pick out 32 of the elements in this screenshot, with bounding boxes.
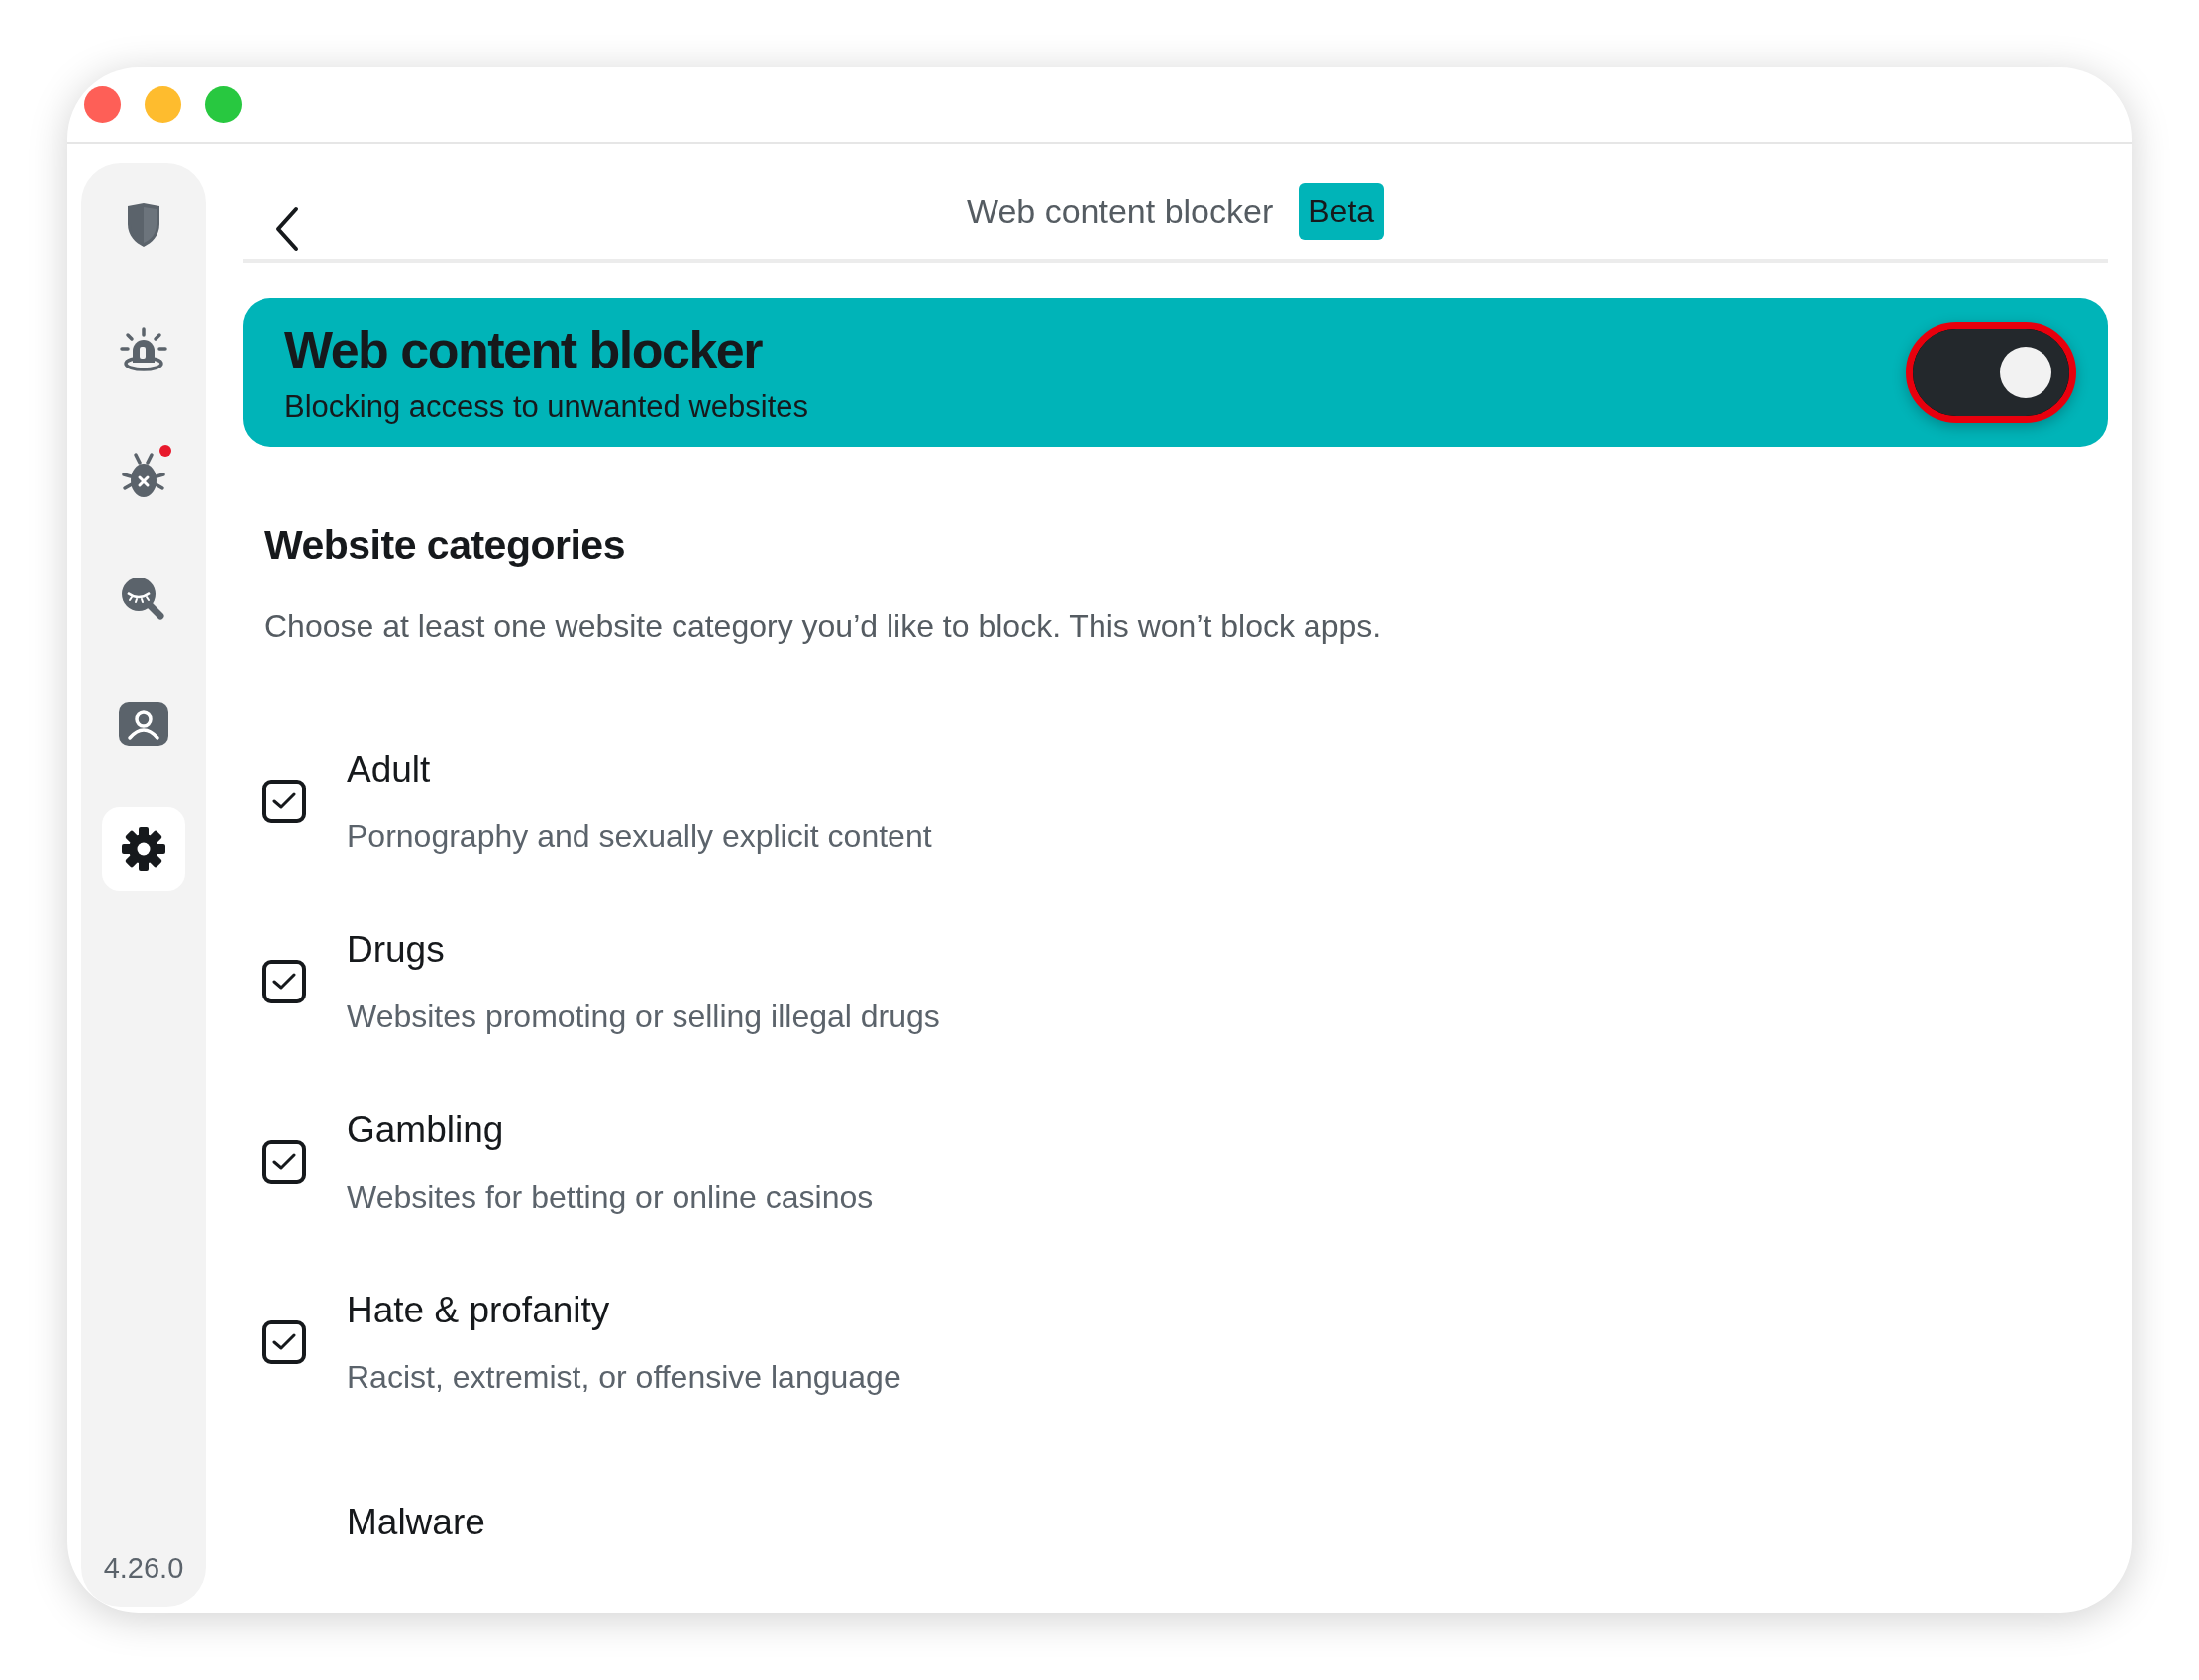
page-title: Web content blocker bbox=[966, 191, 1274, 231]
checkmark-icon bbox=[272, 1153, 296, 1171]
checkbox[interactable] bbox=[262, 1140, 306, 1184]
category-name: Drugs bbox=[347, 928, 446, 971]
banner-subtitle: Blocking access to unwanted websites bbox=[284, 389, 808, 426]
category-description: Racist, extremist, or offensive language bbox=[347, 1358, 901, 1396]
category-description: Websites promoting or selling illegal drugs bbox=[347, 998, 940, 1035]
sidebar-item[interactable] bbox=[102, 807, 185, 891]
close-button[interactable] bbox=[84, 86, 121, 123]
checkbox[interactable] bbox=[262, 960, 306, 1003]
siren-icon bbox=[120, 327, 167, 372]
category-name: Malware bbox=[347, 1502, 485, 1543]
category-name: Adult bbox=[347, 748, 432, 790]
settings-icon bbox=[121, 826, 166, 872]
category-description: Pornography and sexually explicit content bbox=[347, 817, 932, 855]
checkmark-icon bbox=[272, 792, 296, 810]
user-icon bbox=[119, 702, 168, 746]
checkbox[interactable] bbox=[262, 1320, 306, 1364]
version-label: 4.26.0 bbox=[103, 1552, 184, 1585]
banner-title: Web content blocker bbox=[284, 320, 764, 380]
checkmark-icon bbox=[272, 973, 296, 991]
category-name: Gambling bbox=[347, 1108, 505, 1151]
category-description: Websites for betting or online casinos bbox=[347, 1178, 874, 1215]
toggle-switch[interactable] bbox=[1906, 322, 2076, 424]
section-description: Choose at least one website category you’d like to block. This won’t block apps. bbox=[264, 608, 1383, 645]
checkbox[interactable] bbox=[262, 780, 306, 823]
search-icon bbox=[121, 577, 166, 622]
beta-badge: Beta bbox=[1299, 182, 1385, 240]
category-name: Hate & profanity bbox=[347, 1289, 611, 1331]
section-title: Website categories bbox=[264, 522, 626, 569]
checkmark-icon bbox=[272, 1333, 296, 1351]
bug-icon bbox=[122, 451, 165, 498]
